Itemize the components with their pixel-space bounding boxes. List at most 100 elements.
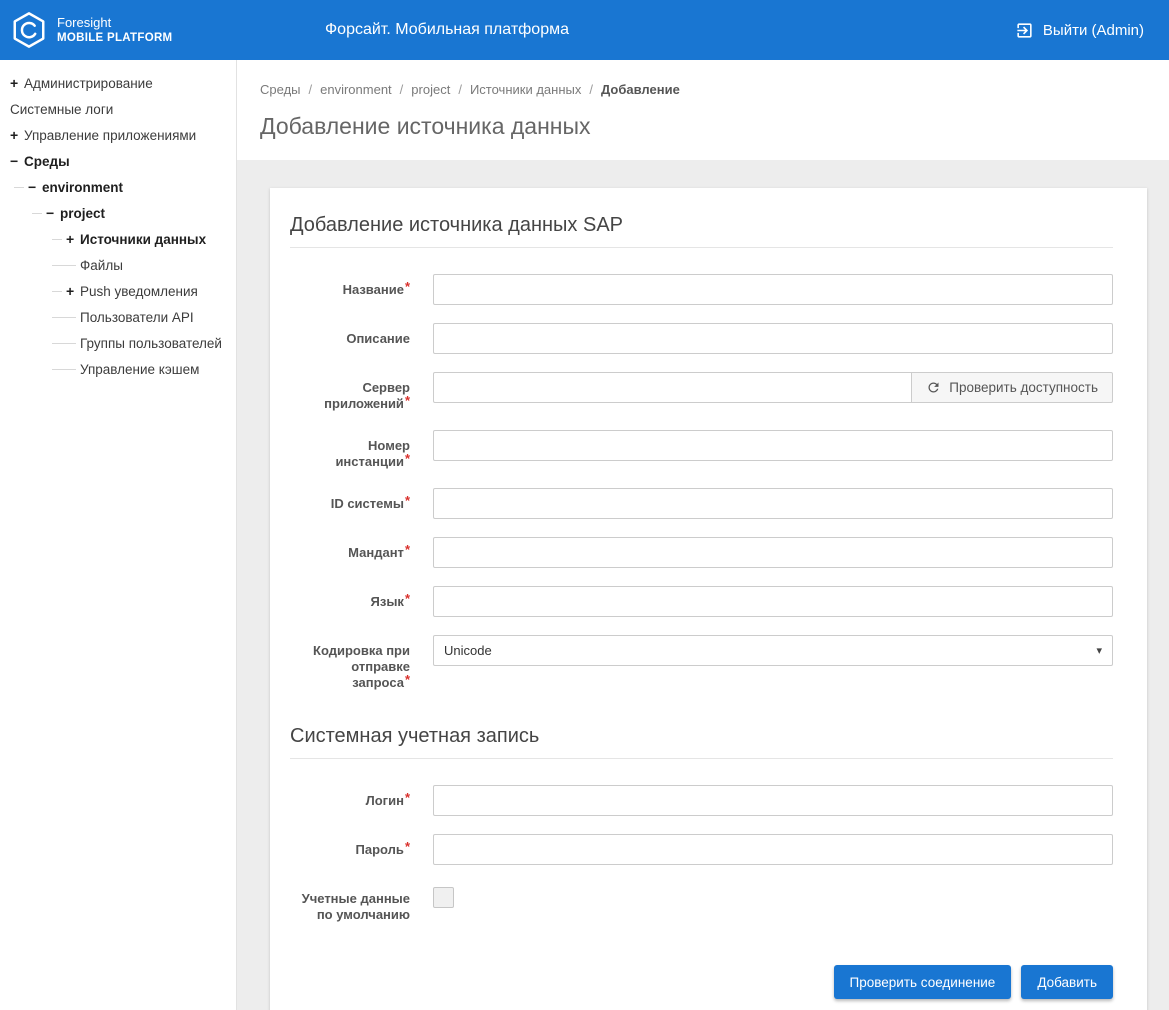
tree-connector-line	[14, 187, 24, 188]
required-marker: *	[405, 790, 410, 805]
field-label-text: Сервер приложений	[324, 380, 410, 411]
breadcrumb-separator: /	[400, 82, 404, 97]
logout-icon	[1015, 21, 1034, 40]
expand-plus-icon[interactable]: +	[10, 127, 24, 143]
check-connection-button[interactable]: Проверить соединение	[834, 965, 1012, 999]
system-id-input[interactable]	[433, 488, 1113, 519]
brand-text: Foresight MOBILE PLATFORM	[57, 15, 172, 46]
sidebar-item-push-notifications[interactable]: + Push уведомления	[0, 278, 236, 304]
breadcrumb-item-data-sources[interactable]: Источники данных	[470, 82, 581, 97]
sidebar-item-user-groups[interactable]: Группы пользователей	[0, 330, 236, 356]
app-server-input[interactable]	[433, 372, 912, 403]
sidebar-item-data-sources[interactable]: + Источники данных	[0, 226, 236, 252]
breadcrumb-item-environments[interactable]: Среды	[260, 82, 301, 97]
description-input[interactable]	[433, 323, 1113, 354]
brand-subtitle: MOBILE PLATFORM	[57, 31, 172, 45]
field-language: Язык*	[290, 586, 1113, 617]
sidebar-item-system-logs[interactable]: Системные логи	[0, 96, 236, 122]
brand-name: Foresight	[57, 15, 172, 31]
language-input[interactable]	[433, 586, 1113, 617]
content-area: Добавление источника данных SAP Название…	[237, 160, 1169, 1010]
field-label-text: Мандант	[348, 545, 404, 560]
required-marker: *	[405, 542, 410, 557]
password-input[interactable]	[433, 834, 1113, 865]
check-availability-label: Проверить доступность	[949, 380, 1098, 395]
field-label: ID системы*	[290, 488, 410, 519]
brand[interactable]: Foresight MOBILE PLATFORM	[10, 11, 172, 49]
breadcrumb-item-project[interactable]: project	[411, 82, 450, 97]
field-password: Пароль*	[290, 834, 1113, 865]
breadcrumb-item-environment[interactable]: environment	[320, 82, 392, 97]
tree-connector-line	[52, 265, 76, 266]
sidebar-item-files[interactable]: Файлы	[0, 252, 236, 278]
sidebar-item-label: Пользователи API	[80, 310, 194, 325]
sidebar-item-label: Push уведомления	[80, 284, 198, 299]
tree-connector-line	[52, 369, 76, 370]
logout-button[interactable]: Выйти (Admin)	[1015, 21, 1144, 40]
field-mandant: Мандант*	[290, 537, 1113, 568]
expand-plus-icon[interactable]: +	[66, 283, 80, 299]
sidebar-item-label: Источники данных	[80, 232, 206, 247]
collapse-minus-icon[interactable]: −	[10, 153, 24, 169]
check-availability-button[interactable]: Проверить доступность	[911, 372, 1113, 403]
required-marker: *	[405, 279, 410, 294]
sidebar-item-cache-management[interactable]: Управление кэшем	[0, 356, 236, 382]
field-label-text: Пароль	[356, 842, 404, 857]
encoding-select[interactable]: Unicode ▾	[433, 635, 1113, 666]
expand-plus-icon[interactable]: +	[10, 75, 24, 91]
field-label: Пароль*	[290, 834, 410, 865]
field-label: Логин*	[290, 785, 410, 816]
tree-connector-line	[52, 343, 76, 344]
logout-label: Выйти (Admin)	[1043, 22, 1144, 39]
required-marker: *	[405, 393, 410, 408]
field-label-text: Описание	[346, 331, 410, 346]
required-marker: *	[405, 451, 410, 466]
app-window: Foresight MOBILE PLATFORM Форсайт. Мобил…	[0, 0, 1169, 1010]
page-header: Среды / environment / project / Источник…	[237, 60, 1169, 160]
field-label-text: Учетные данные по умолчанию	[302, 891, 410, 922]
field-label-text: Логин	[366, 793, 404, 808]
field-label: Описание	[290, 323, 410, 354]
sidebar-item-environment[interactable]: − environment	[0, 174, 236, 200]
sidebar-item-label: project	[60, 206, 105, 221]
sidebar-item-label: Управление приложениями	[24, 128, 196, 143]
tree-connector-line	[52, 291, 62, 292]
sidebar-item-label: Среды	[24, 154, 70, 169]
sidebar-item-label: Файлы	[80, 258, 123, 273]
collapse-minus-icon[interactable]: −	[28, 179, 42, 195]
tree-connector-line	[32, 213, 42, 214]
sidebar-item-api-users[interactable]: Пользователи API	[0, 304, 236, 330]
field-label: Номер инстанции*	[290, 430, 410, 470]
sidebar-item-administration[interactable]: + Администрирование	[0, 70, 236, 96]
tree-connector-line	[52, 317, 76, 318]
field-label-text: Кодировка при отправке запроса	[313, 643, 410, 690]
breadcrumb-separator: /	[309, 82, 313, 97]
sidebar-item-app-management[interactable]: + Управление приложениями	[0, 122, 236, 148]
form-card: Добавление источника данных SAP Название…	[270, 188, 1147, 1010]
add-button[interactable]: Добавить	[1021, 965, 1113, 999]
field-label: Мандант*	[290, 537, 410, 568]
sidebar-item-project[interactable]: − project	[0, 200, 236, 226]
field-system-id: ID системы*	[290, 488, 1113, 519]
sidebar-item-environments[interactable]: − Среды	[0, 148, 236, 174]
encoding-select-value: Unicode	[444, 643, 492, 658]
sidebar: + Администрирование Системные логи + Упр…	[0, 60, 237, 1010]
field-encoding: Кодировка при отправке запроса* Unicode …	[290, 635, 1113, 691]
field-label-text: ID системы	[331, 496, 404, 511]
collapse-minus-icon[interactable]: −	[46, 205, 60, 221]
required-marker: *	[405, 839, 410, 854]
name-input[interactable]	[433, 274, 1113, 305]
foresight-logo-icon	[10, 11, 48, 49]
default-credentials-checkbox[interactable]	[433, 887, 454, 908]
login-input[interactable]	[433, 785, 1113, 816]
mandant-input[interactable]	[433, 537, 1113, 568]
field-description: Описание	[290, 323, 1113, 354]
field-instance-number: Номер инстанции*	[290, 430, 1113, 470]
sidebar-item-label: Администрирование	[24, 76, 153, 91]
section-title-sap: Добавление источника данных SAP	[290, 198, 1113, 248]
instance-number-input[interactable]	[433, 430, 1113, 461]
page-title: Добавление источника данных	[260, 113, 1145, 140]
field-label: Название*	[290, 274, 410, 305]
sidebar-item-label: Группы пользователей	[80, 336, 222, 351]
expand-plus-icon[interactable]: +	[66, 231, 80, 247]
